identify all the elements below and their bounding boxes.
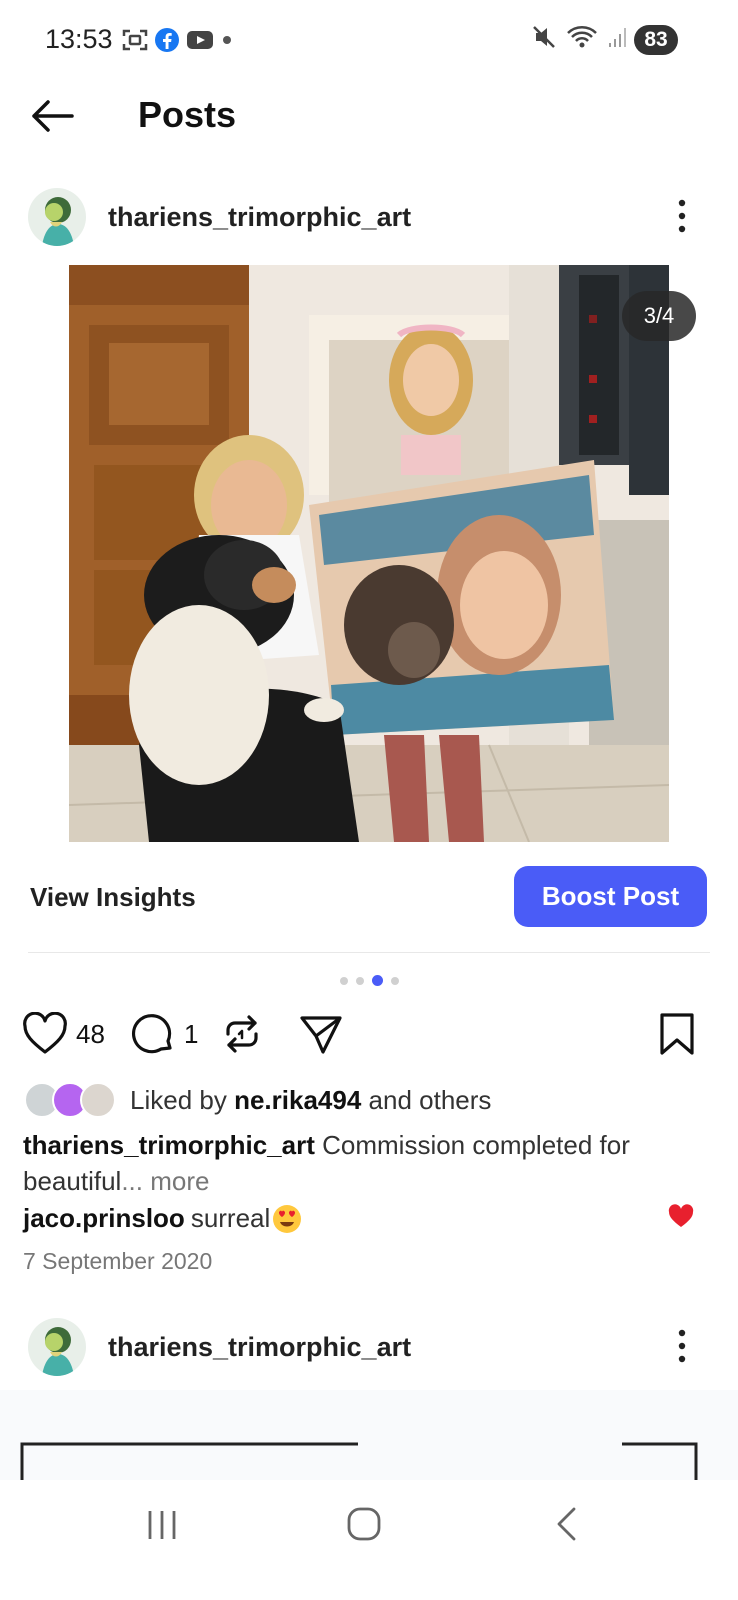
comment-liked-heart-icon[interactable] [668, 1204, 694, 1228]
wifi-icon [567, 26, 597, 48]
view-insights-link[interactable]: View Insights [30, 882, 196, 913]
post-date: 7 September 2020 [23, 1248, 213, 1274]
signal-icon [609, 28, 626, 47]
repost-action[interactable] [220, 1012, 264, 1056]
liked-by-prefix: Liked by [130, 1084, 227, 1115]
post-actions: 48 1 [0, 1012, 738, 1062]
liked-by-row[interactable]: Liked by ne.rika494 and others [24, 1080, 491, 1120]
facebook-icon [155, 28, 179, 52]
comment-action[interactable]: 1 [130, 1012, 198, 1056]
post-username[interactable]: thariens_trimorphic_art [108, 1332, 411, 1363]
avatar[interactable] [28, 188, 86, 246]
more-vertical-icon [678, 1329, 686, 1363]
carousel-dot-active [372, 975, 383, 986]
comment-text: surreal [190, 1203, 271, 1233]
share-icon [300, 1016, 342, 1054]
liked-by-suffix: and others [368, 1084, 492, 1115]
arrow-left-icon [32, 100, 74, 132]
liked-by-avatars [24, 1081, 120, 1119]
post-options-button[interactable] [670, 196, 694, 236]
page-title: Posts [138, 94, 237, 135]
app-bar: Posts [0, 80, 738, 152]
next-post-image-preview [20, 1442, 698, 1480]
more-vertical-icon [678, 199, 686, 233]
battery-level: 83 [634, 25, 678, 55]
recent-apps-icon[interactable] [144, 1508, 180, 1542]
next-post-image[interactable] [0, 1390, 738, 1480]
repost-icon [226, 1015, 258, 1053]
image-counter: 3/4 [622, 291, 696, 341]
bookmark-icon [660, 1013, 694, 1055]
like-action[interactable]: 48 [22, 1012, 105, 1056]
post-header: thariens_trimorphic_art [0, 186, 738, 250]
avatar-image [28, 188, 86, 246]
carousel-dot [340, 976, 348, 985]
status-system-icons [532, 24, 628, 50]
back-button[interactable] [28, 96, 78, 136]
status-bar: 13:53 83 [0, 0, 738, 80]
liked-by-user[interactable]: ne.rika494 [234, 1085, 361, 1115]
screenshot-icon [122, 29, 148, 51]
post-caption: thariens_trimorphic_art Commission compl… [23, 1127, 683, 1199]
post-options-button[interactable] [670, 1326, 694, 1366]
comment-icon [131, 1014, 172, 1054]
carousel-indicator [340, 975, 399, 986]
divider [28, 952, 710, 953]
comment-preview[interactable]: jaco.prinsloo surreal [23, 1203, 302, 1234]
heart-eyes-emoji-icon [273, 1204, 302, 1233]
status-time: 13:53 [45, 24, 113, 54]
caption-username[interactable]: thariens_trimorphic_art [23, 1130, 315, 1160]
heart-icon [23, 1012, 67, 1054]
avatar [80, 1082, 116, 1118]
avatar-image [28, 1318, 86, 1376]
back-icon[interactable] [552, 1506, 582, 1542]
system-nav-bar [0, 1480, 738, 1600]
likes-count: 48 [76, 1018, 105, 1049]
post-photo-illustration [69, 265, 669, 842]
comments-count: 1 [184, 1018, 199, 1049]
notification-dot-icon [223, 36, 231, 44]
bookmark-action[interactable] [658, 1012, 696, 1056]
mute-icon [533, 26, 555, 48]
liked-by-text: Liked by ne.rika494 and others [130, 1085, 491, 1116]
avatar[interactable] [28, 1318, 86, 1376]
boost-post-button[interactable]: Boost Post [514, 866, 707, 927]
status-notification-icons [122, 27, 234, 53]
carousel-dot [356, 976, 364, 985]
next-post-header: thariens_trimorphic_art [0, 1316, 738, 1380]
comment-username[interactable]: jaco.prinsloo [23, 1203, 185, 1234]
youtube-icon [187, 31, 213, 49]
carousel-dot [391, 976, 399, 985]
home-icon[interactable] [346, 1506, 382, 1542]
caption-more-link[interactable]: ... more [121, 1166, 209, 1196]
post-username[interactable]: thariens_trimorphic_art [108, 202, 411, 233]
post-image[interactable] [69, 265, 669, 842]
share-action[interactable] [298, 1012, 344, 1056]
